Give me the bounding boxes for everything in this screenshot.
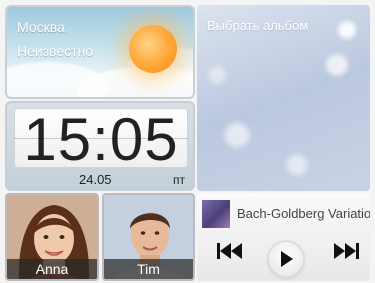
album-title: Выбрать альбом [207, 18, 309, 33]
weather-condition: Неизвестно [17, 43, 94, 59]
weather-city: Москва [17, 19, 65, 35]
album-widget[interactable]: Выбрать альбом [197, 5, 370, 191]
clock-date: 24.05 [79, 172, 112, 187]
clock-time: 15:05 [23, 106, 179, 173]
clock-flip-divider [14, 138, 188, 139]
contact-name: Anna [7, 259, 97, 279]
contact-name: Tim [104, 259, 193, 279]
skip-next-button[interactable] [333, 243, 359, 259]
track-title: Bach-Goldberg Variations [237, 206, 370, 221]
music-player-widget[interactable]: Bach-Goldberg Variations [197, 193, 370, 281]
contact-tim[interactable]: Tim [102, 193, 195, 281]
clock-weekday: пт [173, 173, 185, 187]
play-icon [281, 251, 293, 267]
contact-anna[interactable]: Anna [5, 193, 99, 281]
weather-widget[interactable]: Москва Неизвестно [5, 5, 195, 99]
skip-previous-button[interactable] [217, 243, 243, 259]
play-button[interactable] [269, 242, 303, 276]
skip-next-icon [334, 243, 359, 259]
skip-previous-icon [217, 243, 242, 259]
album-art [202, 200, 230, 228]
sun-icon [129, 25, 177, 73]
clock-widget[interactable]: 15:05 24.05 пт [5, 101, 195, 191]
